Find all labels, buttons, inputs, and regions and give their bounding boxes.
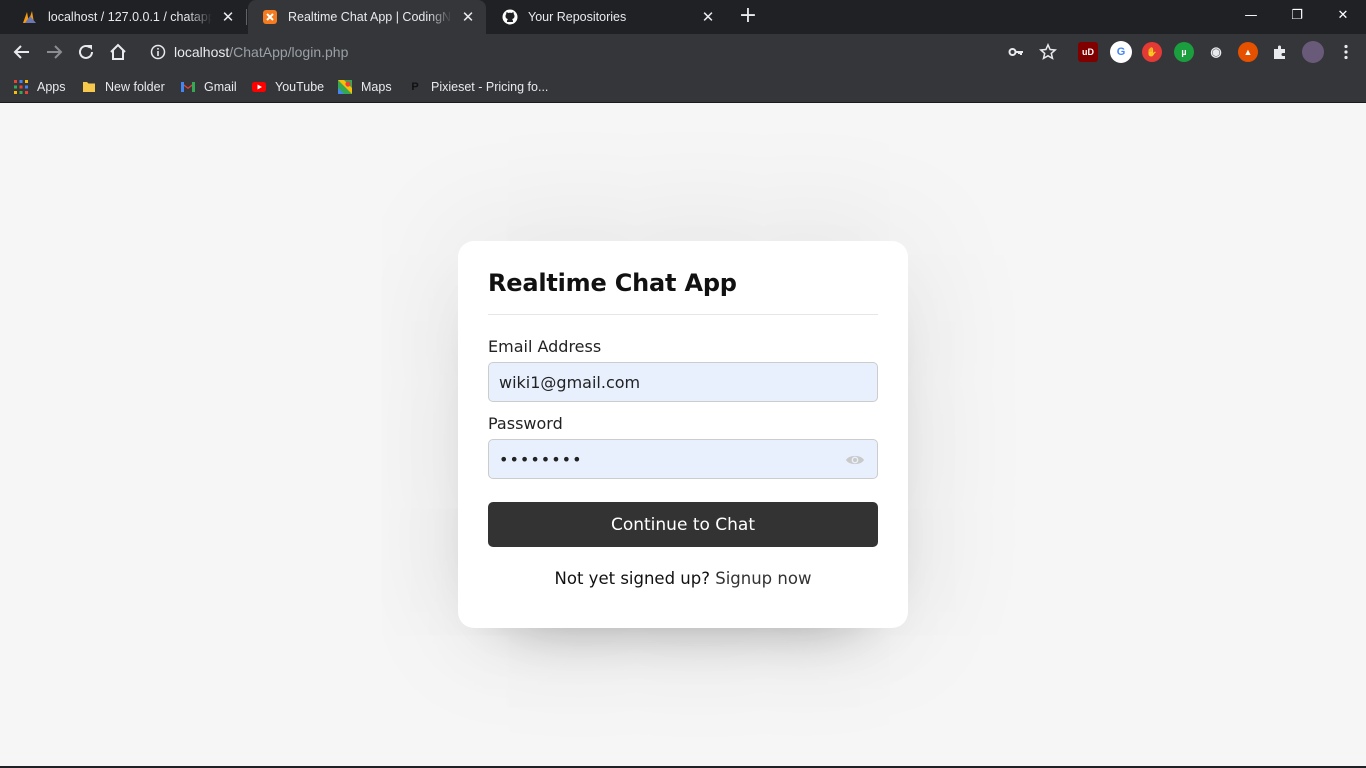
- phpmyadmin-icon: [22, 9, 38, 25]
- apps-grid-icon: [14, 80, 28, 94]
- folder-icon: [82, 80, 96, 94]
- reload-icon: [79, 44, 93, 59]
- ghost-icon[interactable]: ◉: [1206, 42, 1226, 62]
- stop-hand-icon[interactable]: ✋: [1142, 42, 1162, 62]
- bookmark-apps[interactable]: Apps: [14, 76, 66, 98]
- tab-strip: localhost / 127.0.0.1 / chatapp / r ✕ Re…: [0, 0, 1366, 34]
- bookmark-label: Apps: [37, 80, 66, 94]
- bookmark-youtube[interactable]: YouTube: [252, 76, 324, 98]
- email-value: wiki1@gmail.com: [499, 372, 641, 392]
- form-title: Realtime Chat App: [488, 269, 737, 297]
- bookmarks-bar: Apps New folder Gmail YouTube Maps P Pix…: [0, 70, 1366, 103]
- ublock-icon[interactable]: uD: [1078, 42, 1098, 62]
- address-bar[interactable]: localhost/ChatApp/login.php: [140, 38, 1068, 66]
- minimize-button[interactable]: —: [1228, 0, 1274, 30]
- profile-avatar[interactable]: [1302, 41, 1324, 63]
- eye-icon[interactable]: [845, 450, 865, 470]
- info-icon: [150, 44, 166, 60]
- bookmark-new-folder[interactable]: New folder: [82, 76, 165, 98]
- close-tab-icon[interactable]: ✕: [698, 7, 718, 27]
- translate-icon[interactable]: G: [1110, 41, 1132, 63]
- bookmark-label: Pixieset - Pricing fo...: [431, 80, 549, 94]
- url-text: localhost/ChatApp/login.php: [174, 44, 348, 60]
- extensions-button[interactable]: [1266, 38, 1294, 66]
- email-field[interactable]: wiki1@gmail.com: [488, 362, 878, 402]
- close-tab-icon[interactable]: ✕: [458, 7, 478, 27]
- signup-prompt: Not yet signed up? Signup now: [458, 569, 908, 588]
- utorrent-icon[interactable]: µ: [1174, 42, 1194, 62]
- tab-title: Realtime Chat App | CodingNepal: [288, 10, 452, 24]
- star-icon: [1039, 43, 1057, 60]
- back-arrow-icon: [13, 45, 29, 59]
- bookmark-label: Maps: [361, 80, 392, 94]
- home-icon: [110, 43, 126, 60]
- close-window-button[interactable]: ✕: [1320, 0, 1366, 30]
- title-divider: [488, 314, 878, 315]
- password-label: Password: [488, 414, 563, 433]
- tab-title: Your Repositories: [528, 10, 627, 24]
- youtube-icon: [252, 80, 266, 94]
- bookmark-label: Gmail: [204, 80, 237, 94]
- tab-phpmyadmin[interactable]: localhost / 127.0.0.1 / chatapp / r ✕: [8, 0, 247, 34]
- github-icon: [502, 9, 518, 25]
- tab-github[interactable]: Your Repositories ✕: [488, 0, 726, 34]
- pixieset-icon: P: [411, 81, 419, 93]
- passwords-button[interactable]: [1002, 38, 1030, 66]
- more-vert-icon: [1344, 44, 1348, 60]
- gmail-icon: [181, 80, 195, 94]
- fire-icon[interactable]: ▲: [1238, 42, 1258, 62]
- signup-link[interactable]: Signup now: [715, 569, 811, 588]
- key-icon: [1008, 48, 1023, 56]
- home-button[interactable]: [104, 38, 132, 66]
- maps-icon: [338, 80, 352, 94]
- close-tab-icon[interactable]: ✕: [218, 7, 238, 27]
- puzzle-icon: [1274, 45, 1285, 59]
- page-content: Realtime Chat App Email Address wiki1@gm…: [0, 103, 1366, 768]
- bookmark-label: New folder: [105, 80, 165, 94]
- back-button[interactable]: [8, 38, 36, 66]
- browser-toolbar: localhost/ChatApp/login.php uD G ✋ µ ◉ ▲: [0, 34, 1366, 70]
- tab-realtime-chat[interactable]: Realtime Chat App | CodingNepal ✕: [248, 0, 486, 34]
- bookmark-maps[interactable]: Maps: [338, 76, 392, 98]
- forward-arrow-icon: [47, 45, 63, 59]
- password-field[interactable]: ••••••••: [488, 439, 878, 479]
- restore-button[interactable]: ❐: [1274, 0, 1320, 30]
- codingnepal-icon: [262, 9, 278, 25]
- forward-button[interactable]: [40, 38, 68, 66]
- bookmark-star-button[interactable]: [1034, 38, 1062, 66]
- bookmark-gmail[interactable]: Gmail: [181, 76, 237, 98]
- bookmark-label: YouTube: [275, 80, 325, 94]
- bookmark-pixieset[interactable]: P Pixieset - Pricing fo...: [408, 76, 548, 98]
- continue-to-chat-button[interactable]: Continue to Chat: [488, 502, 878, 547]
- url-host: localhost: [174, 44, 230, 60]
- reload-button[interactable]: [72, 38, 100, 66]
- login-card: Realtime Chat App Email Address wiki1@gm…: [458, 241, 908, 628]
- menu-button[interactable]: [1332, 38, 1360, 66]
- signup-text: Not yet signed up?: [554, 569, 710, 588]
- password-value: ••••••••: [499, 449, 583, 469]
- new-tab-button[interactable]: +: [736, 5, 760, 29]
- tab-title: localhost / 127.0.0.1 / chatapp / r: [48, 10, 212, 24]
- url-path: /ChatApp/login.php: [229, 44, 349, 60]
- email-label: Email Address: [488, 337, 602, 356]
